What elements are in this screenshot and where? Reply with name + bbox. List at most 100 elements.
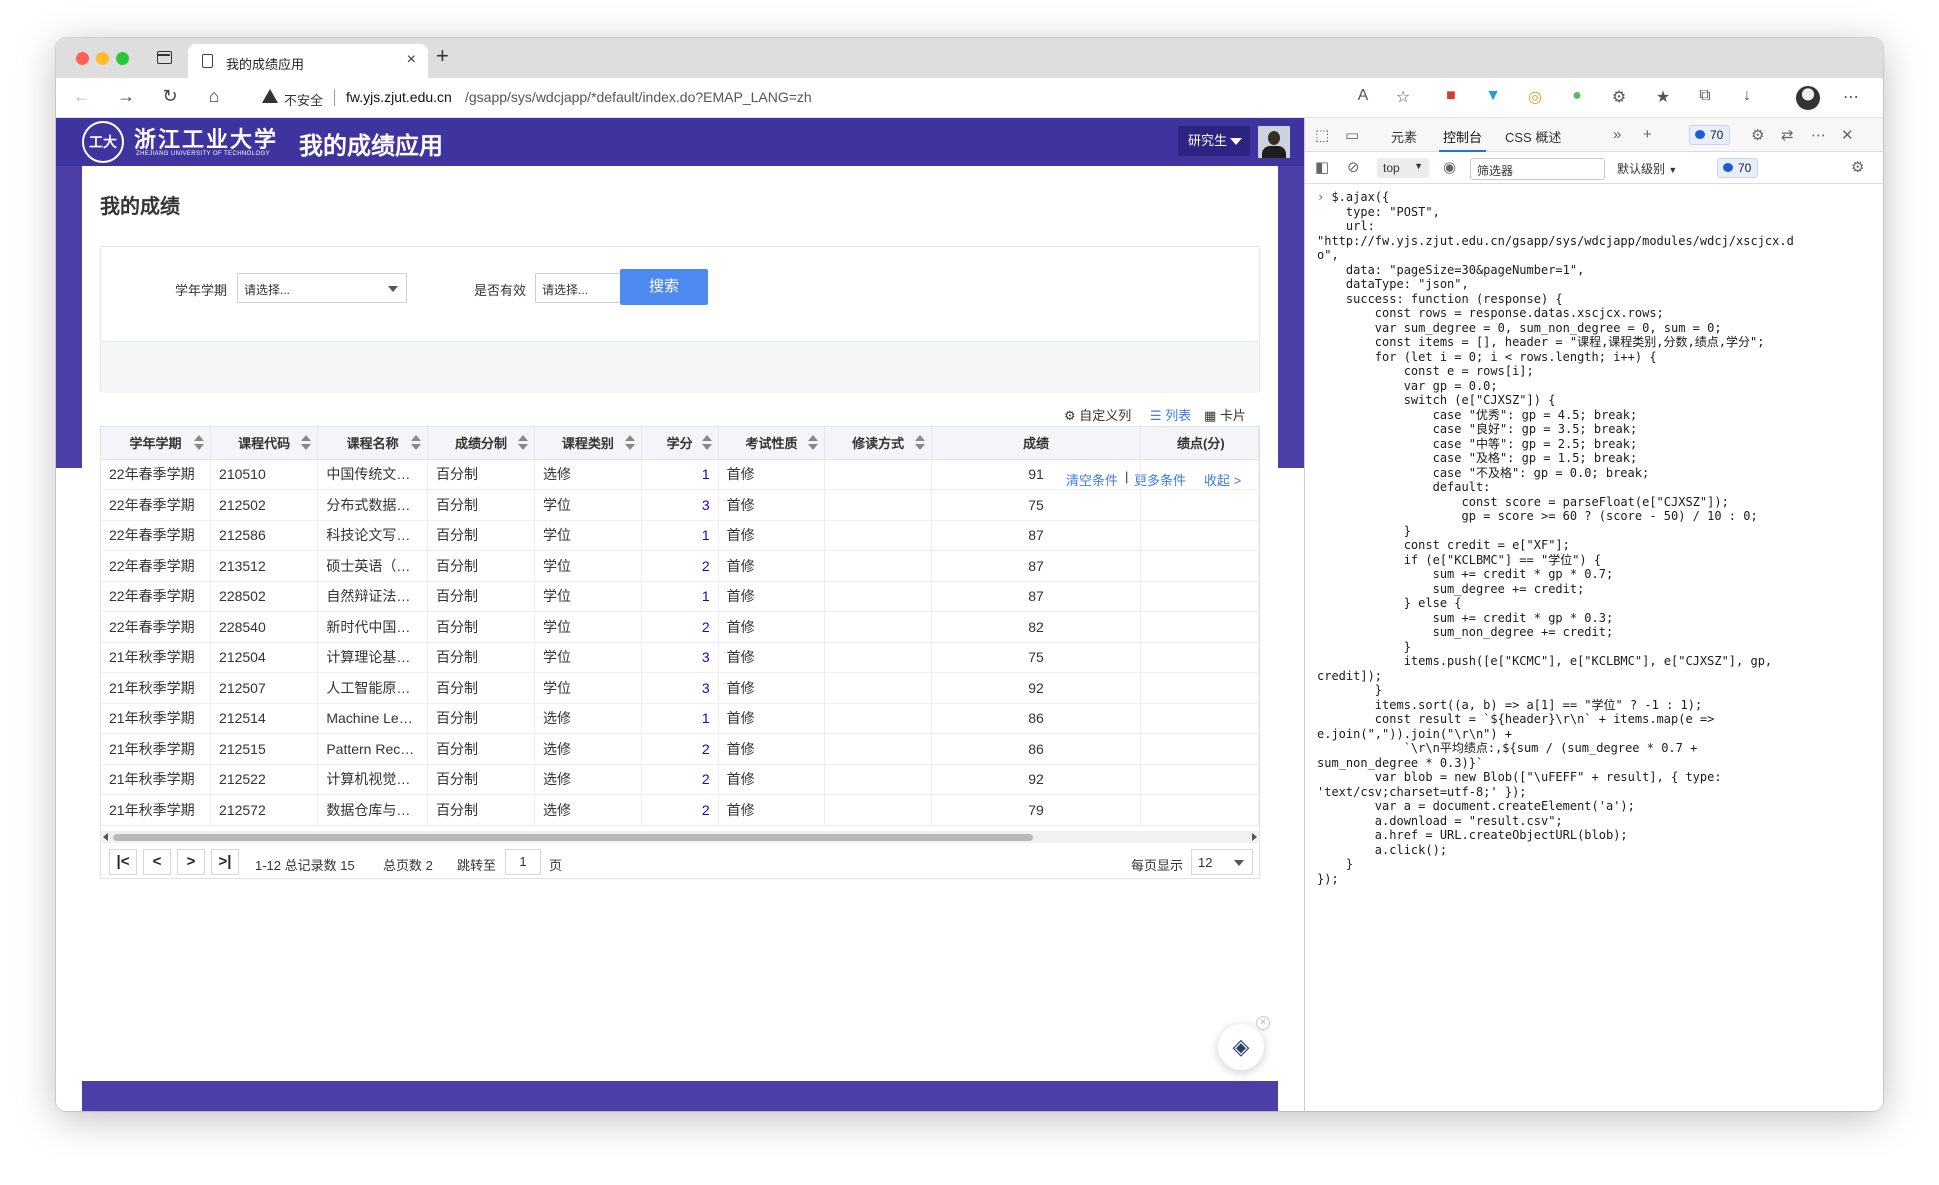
column-header[interactable]: 学分 — [641, 427, 719, 460]
more-tabs-icon[interactable]: » — [1613, 126, 1621, 143]
table-row[interactable]: 21年秋季学期 212507 人工智能原… 百分制 学位 3 首修 92 — [101, 672, 1259, 704]
column-header[interactable]: 课程名称 — [317, 427, 429, 460]
sort-icon[interactable] — [411, 435, 422, 451]
home-icon[interactable]: ⌂ — [202, 86, 226, 107]
table-row[interactable]: 21年秋季学期 212522 计算机视觉… 百分制 选修 2 首修 92 — [101, 764, 1259, 795]
collections-icon[interactable]: ⧉ — [1694, 87, 1716, 105]
context-select[interactable]: top ▼ — [1377, 158, 1429, 178]
next-page-button[interactable]: > — [177, 849, 205, 875]
new-tab-button[interactable]: + — [436, 43, 449, 69]
table-row[interactable]: 21年秋季学期 212515 Pattern Rec… 百分制 选修 2 首修 86 — [101, 733, 1259, 765]
close-devtools-icon[interactable]: ✕ — [1841, 126, 1854, 144]
extension-dot-icon[interactable]: ● — [1566, 87, 1588, 105]
table-row[interactable]: 21年秋季学期 212572 数据仓库与… 百分制 选修 2 首修 79 — [101, 794, 1259, 826]
table-cell: 87 — [931, 520, 1142, 551]
more-icon[interactable]: ⋯ — [1840, 87, 1862, 107]
last-page-button[interactable]: >| — [211, 849, 239, 875]
table-cell: 228540 — [210, 611, 319, 643]
log-level-select[interactable]: 默认级别 ▼ — [1617, 160, 1677, 177]
table-row[interactable]: 22年春季学期 228540 新时代中国… 百分制 学位 2 首修 82 — [101, 611, 1259, 643]
sort-icon[interactable] — [518, 435, 529, 451]
table-cell: 3 — [641, 489, 719, 521]
column-header[interactable]: 学年学期 — [101, 427, 212, 460]
sort-icon[interactable] — [701, 435, 712, 451]
tab-elements[interactable]: 元素 — [1391, 127, 1417, 146]
layers-icon[interactable]: ◈ — [1218, 1024, 1264, 1070]
table-row[interactable]: 22年春季学期 228502 自然辩证法… 百分制 学位 1 首修 87 — [101, 581, 1259, 612]
issues-badge[interactable]: 70 — [1717, 158, 1759, 178]
issues-badge[interactable]: 70 — [1689, 125, 1731, 145]
console-filter-input[interactable]: 筛选器 — [1470, 158, 1605, 180]
sort-icon[interactable] — [624, 435, 635, 451]
extension-icon[interactable]: ■ — [1440, 87, 1462, 105]
inspect-icon[interactable]: ⬚ — [1315, 126, 1329, 144]
more-options-icon[interactable]: ⋯ — [1811, 126, 1826, 144]
connect-icon[interactable]: ⇄ — [1781, 126, 1794, 144]
sort-icon[interactable] — [914, 435, 925, 451]
search-button[interactable]: 搜索 — [620, 269, 708, 305]
role-dropdown[interactable]: 研究生 — [1178, 126, 1250, 156]
prev-page-button[interactable]: < — [143, 849, 171, 875]
add-tab-icon[interactable]: + — [1643, 126, 1652, 143]
favorites-icon[interactable]: ★ — [1652, 87, 1674, 107]
close-tab-icon[interactable]: × — [407, 51, 416, 69]
column-header[interactable]: 课程代码 — [210, 427, 319, 460]
horizontal-scrollbar[interactable] — [101, 831, 1259, 843]
table-row[interactable]: 22年春季学期 213512 硕士英语（… 百分制 学位 2 首修 87 — [101, 550, 1259, 582]
scroll-left-icon[interactable] — [103, 833, 108, 841]
favorite-add-icon[interactable]: ☆ — [1392, 87, 1414, 107]
table-row[interactable]: 22年春季学期 212586 科技论文写… 百分制 学位 1 首修 87 — [101, 520, 1259, 551]
extension-circle-icon[interactable]: ◎ — [1524, 87, 1546, 107]
filter-extension-icon[interactable]: ▼ — [1482, 87, 1504, 105]
reload-icon[interactable]: ↻ — [158, 86, 182, 107]
custom-columns-button[interactable]: ⚙ 自定义列 — [1064, 405, 1131, 424]
page-number-input[interactable]: 1 — [505, 849, 541, 875]
browser-tab[interactable]: 我的成绩应用 × — [188, 44, 428, 78]
scrollbar-thumb[interactable] — [113, 834, 1033, 841]
minimize-window-button[interactable] — [96, 52, 109, 65]
column-header[interactable]: 考试性质 — [718, 427, 826, 460]
clear-console-icon[interactable]: ⊘ — [1347, 158, 1360, 176]
sort-icon[interactable] — [301, 435, 312, 451]
address-bar[interactable]: 不安全 fw.yjs.zjut.edu.cn /gsapp/sys/wdcjap… — [246, 83, 1446, 113]
column-header[interactable]: 修读方式 — [824, 427, 932, 460]
download-icon[interactable]: ↓ — [1736, 87, 1758, 105]
security-label[interactable]: 不安全 — [284, 90, 323, 109]
tab-css-overview[interactable]: CSS 概述 — [1505, 127, 1561, 146]
settings-icon[interactable]: ⚙ — [1751, 126, 1764, 144]
maximize-window-button[interactable] — [116, 52, 129, 65]
table-cell: 学位 — [534, 489, 642, 521]
table-row[interactable]: 21年秋季学期 212514 Machine Le… 百分制 选修 1 首修 86 — [101, 703, 1259, 734]
eye-icon[interactable]: ◉ — [1443, 158, 1456, 176]
column-header[interactable]: 绩点(分) — [1140, 427, 1259, 460]
close-window-button[interactable] — [76, 52, 89, 65]
term-select[interactable]: 请选择... — [237, 273, 407, 303]
sidebar-toggle-icon[interactable] — [157, 51, 172, 64]
table-row[interactable]: 21年秋季学期 212504 计算理论基… 百分制 学位 3 首修 75 — [101, 642, 1259, 673]
list-view-button[interactable]: ☰ 列表 — [1150, 405, 1191, 424]
close-icon[interactable]: × — [1256, 1016, 1270, 1030]
table-row[interactable]: 22年春季学期 210510 中国传统文… 百分制 选修 1 首修 91 — [101, 459, 1259, 490]
console-settings-icon[interactable]: ⚙ — [1851, 158, 1864, 176]
back-icon[interactable]: ← — [70, 86, 94, 107]
sort-icon[interactable] — [808, 435, 819, 451]
column-header[interactable]: 课程类别 — [534, 427, 642, 460]
console-line: case "及格": gp = 1.5; break; — [1317, 451, 1638, 465]
tab-console[interactable]: 控制台 — [1438, 127, 1487, 152]
profile-avatar[interactable] — [1796, 86, 1820, 110]
card-view-button[interactable]: ▦ 卡片 — [1204, 405, 1246, 424]
table-row[interactable]: 22年春季学期 212502 分布式数据… 百分制 学位 3 首修 75 — [101, 489, 1259, 521]
device-toolbar-icon[interactable]: ▭ — [1345, 126, 1359, 144]
column-header[interactable]: 成绩分制 — [427, 427, 536, 460]
sidebar-icon[interactable]: ◧ — [1315, 158, 1329, 176]
scroll-right-icon[interactable] — [1252, 833, 1257, 841]
sort-icon[interactable] — [194, 435, 205, 451]
forward-icon[interactable]: → — [114, 86, 138, 107]
read-aloud-icon[interactable]: A — [1352, 87, 1374, 105]
console-output[interactable]: › $.ajax({ type: "POST", url: "http://fw.… — [1305, 184, 1883, 1111]
page-size-select[interactable]: 12 — [1191, 849, 1253, 875]
first-page-button[interactable]: |< — [109, 849, 137, 875]
column-header[interactable]: 成绩 — [931, 427, 1142, 460]
extensions-icon[interactable]: ⚙ — [1608, 87, 1630, 107]
user-avatar[interactable] — [1258, 126, 1290, 158]
